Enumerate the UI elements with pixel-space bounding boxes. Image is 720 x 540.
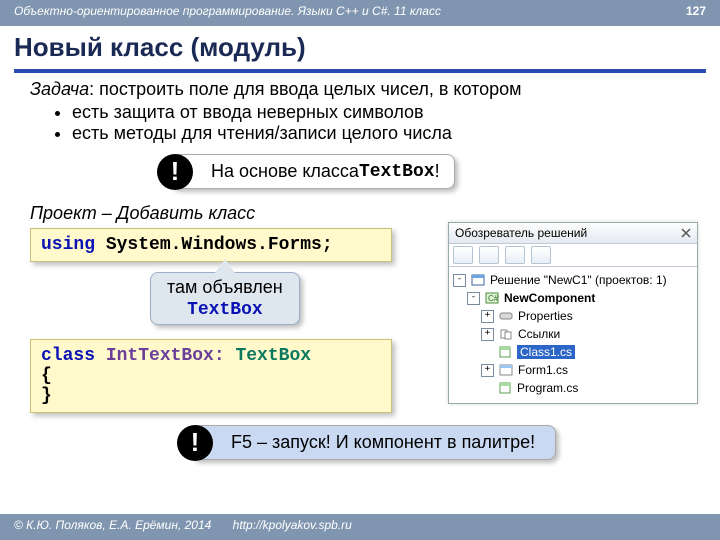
expand-icon[interactable]: + <box>481 310 494 323</box>
references-label: Ссылки <box>518 327 560 341</box>
code-brace-close: } <box>41 386 52 406</box>
tree-row-references[interactable]: + Ссылки <box>453 325 693 343</box>
breadcrumb: Объектно-ориентированное программировани… <box>0 0 720 26</box>
task-line: Задача: построить поле для ввода целых ч… <box>30 79 690 100</box>
toolbar-button[interactable] <box>531 246 551 264</box>
collapse-icon[interactable]: - <box>453 274 466 287</box>
program-label: Program.cs <box>517 381 578 395</box>
tree-row-program[interactable]: Program.cs <box>453 379 693 397</box>
tree-row-solution[interactable]: - Решение "NewC1" (проектов: 1) <box>453 271 693 289</box>
task-label: Задача <box>30 79 89 99</box>
collapse-icon[interactable]: - <box>467 292 480 305</box>
explorer-toolbar <box>449 244 697 267</box>
close-icon[interactable] <box>681 228 691 238</box>
properties-label: Properties <box>518 309 573 323</box>
callout1-suffix: ! <box>435 161 440 182</box>
page-number: 127 <box>686 4 706 26</box>
project-hint: Проект – Добавить класс <box>30 203 690 224</box>
callout-f5: ! F5 – запуск! И компонент в палитре! <box>190 425 556 460</box>
callout-textbox-base: ! На основе класса TextBox ! <box>170 154 455 189</box>
tree-row-project[interactable]: - C# NewComponent <box>453 289 693 307</box>
solution-icon <box>470 273 486 287</box>
kw-using: using <box>41 235 95 255</box>
toolbar-button[interactable] <box>453 246 473 264</box>
footer-copyright: © К.Ю. Поляков, Е.А. Ерёмин, 2014 <box>14 518 211 532</box>
explorer-tree: - Решение "NewC1" (проектов: 1) - C# New… <box>449 267 697 403</box>
references-icon <box>498 327 514 341</box>
code-using: using System.Windows.Forms; <box>30 228 392 262</box>
code-class-name: IntTextBox: <box>95 346 235 366</box>
toolbar-button[interactable] <box>479 246 499 264</box>
project-label: NewComponent <box>504 291 595 305</box>
code-class: class IntTextBox: TextBox { } <box>30 339 392 413</box>
explorer-titlebar: Обозреватель решений <box>449 223 697 244</box>
task-text: : построить поле для ввода целых чисел, … <box>89 79 521 99</box>
explorer-title: Обозреватель решений <box>455 226 587 240</box>
callout1-code: TextBox <box>359 162 435 182</box>
task-bullet-1: есть защита от ввода неверных символов <box>72 102 690 123</box>
svg-text:C#: C# <box>488 294 499 303</box>
cs-file-icon <box>497 381 513 395</box>
footer: © К.Ю. Поляков, Е.А. Ерёмин, 2014 http:/… <box>0 514 720 540</box>
expand-icon[interactable]: + <box>481 364 494 377</box>
code-brace-open: { <box>41 366 52 386</box>
solution-label: Решение "NewC1" (проектов: 1) <box>490 273 667 287</box>
csproj-icon: C# <box>484 291 500 305</box>
code-class-base: TextBox <box>235 346 311 366</box>
tree-row-class1[interactable]: Class1.cs <box>453 343 693 361</box>
code-using-rest: System.Windows.Forms; <box>95 235 333 255</box>
tree-row-properties[interactable]: + Properties <box>453 307 693 325</box>
tree-row-form1[interactable]: + Form1.cs <box>453 361 693 379</box>
toolbar-button[interactable] <box>505 246 525 264</box>
tip-code: TextBox <box>187 300 263 320</box>
class1-label: Class1.cs <box>517 345 575 359</box>
cs-file-icon <box>497 345 513 359</box>
footer-url: http://kpolyakov.spb.ru <box>233 518 352 532</box>
expand-icon[interactable]: + <box>481 328 494 341</box>
callout2-text: F5 – запуск! И компонент в палитре! <box>231 432 535 453</box>
task-bullet-2: есть методы для чтения/записи целого чис… <box>72 123 690 144</box>
callout1-prefix: На основе класса <box>211 161 359 182</box>
solution-explorer-panel: Обозреватель решений - Решение "NewC1" (… <box>448 222 698 404</box>
exclamation-icon: ! <box>157 154 193 190</box>
kw-class: class <box>41 346 95 366</box>
exclamation-icon: ! <box>177 425 213 461</box>
breadcrumb-text: Объектно-ориентированное программировани… <box>14 4 441 26</box>
form-icon <box>498 363 514 377</box>
page-title: Новый класс (модуль) <box>14 32 706 73</box>
tip-line1: там объявлен <box>167 277 283 297</box>
tip-textbox-declared: там объявлен TextBox <box>150 272 300 325</box>
form1-label: Form1.cs <box>518 363 568 377</box>
wrench-icon <box>498 309 514 323</box>
